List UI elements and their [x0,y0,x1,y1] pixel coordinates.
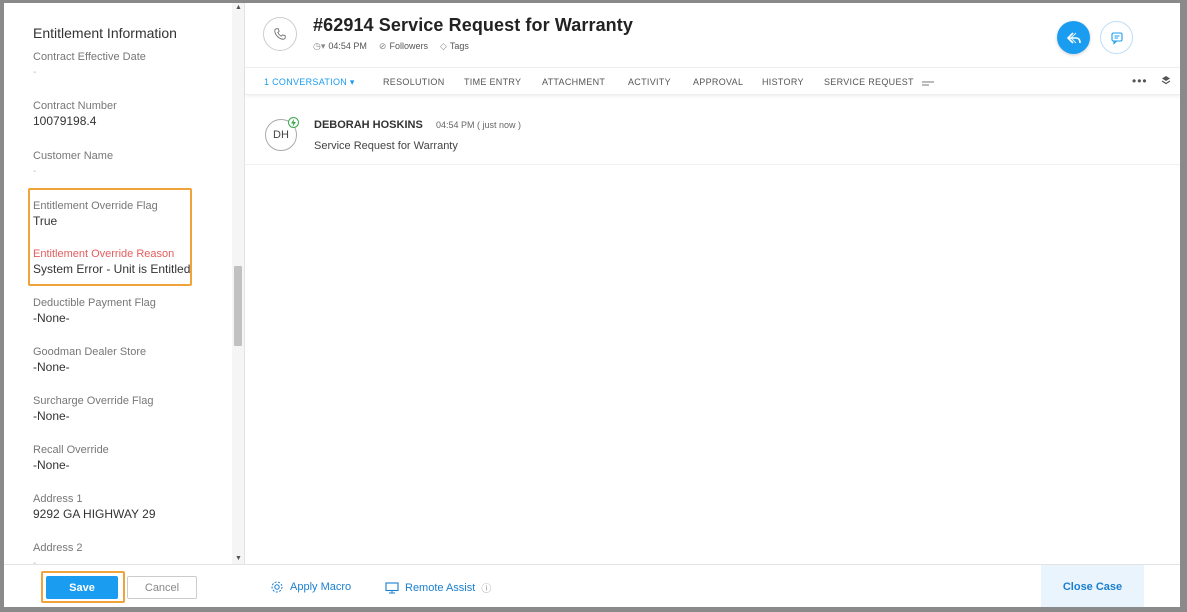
gear-icon [271,581,283,593]
tab-bar: 1 CONVERSATION ▾ RESOLUTION TIME ENTRY A… [245,67,1180,95]
tab-history[interactable]: HISTORY [762,77,804,87]
field-value: -None- [33,360,70,374]
left-scrollbar[interactable]: ▲ ▼ [232,3,244,564]
reply-icon [1066,31,1081,44]
ticket-time-label: 04:54 PM [328,41,367,51]
apply-macro-label: Apply Macro [290,581,352,593]
field-value: - [33,558,37,564]
ticket-meta: ◷▾ 04:54 PM ⊘ Followers ◇ Tags [313,41,469,52]
field-label: Contract Number [33,100,117,112]
section-title: Entitlement Information [33,25,177,41]
field-contract-number: Contract Number 10079198.4 [33,99,223,129]
tag-icon: ◇ [439,41,447,51]
reply-button[interactable] [1057,21,1090,54]
app-window: Entitlement Information Contract Effecti… [4,3,1180,607]
save-button[interactable]: Save [46,576,118,599]
scroll-thumb[interactable] [234,266,242,346]
layers-icon[interactable] [1161,74,1171,92]
conversation-time: 04:54 PM ( just now ) [436,120,522,130]
tags-link[interactable]: ◇ Tags [440,41,469,52]
override-highlight-box [28,188,192,286]
followers-link[interactable]: ⊘ Followers [379,41,428,52]
entitlement-fields-scroll[interactable]: Entitlement Information Contract Effecti… [4,3,232,564]
field-recall-override: Recall Override -None- [33,443,223,473]
remote-assist-button[interactable]: Remote Assist ⓘ [385,580,491,595]
field-value: - [33,166,37,177]
scroll-up-arrow-icon[interactable]: ▲ [235,4,242,11]
tab-service-request[interactable]: SERVICE REQUEST [824,77,914,87]
more-options-icon[interactable]: ••• [1132,74,1148,88]
field-label: Address 2 [33,542,83,554]
tags-label: Tags [449,41,469,51]
tab-conversation[interactable]: 1 CONVERSATION ▾ [264,77,355,88]
clock-icon: ◷▾ [313,41,326,51]
followers-label: Followers [389,41,428,51]
conversation-item[interactable]: DH DEBORAH HOSKINS 04:54 PM ( just now )… [245,107,1180,165]
info-icon[interactable]: ⓘ [481,580,491,595]
bottom-toolbar: Apply Macro Remote Assist ⓘ Close Case [245,564,1180,607]
scroll-down-arrow-icon[interactable]: ▼ [235,555,242,562]
field-value: -None- [33,409,70,423]
field-value: -None- [33,458,70,472]
left-panel: Entitlement Information Contract Effecti… [4,3,245,607]
tab-filter-icon[interactable] [922,76,934,94]
field-label: Surcharge Override Flag [33,395,154,407]
field-surcharge-override-flag: Surcharge Override Flag -None- [33,394,223,424]
field-value: - [33,67,37,78]
monitor-icon [385,581,399,593]
field-address-2: Address 2 - [33,541,223,564]
field-label: Address 1 [33,493,83,505]
field-value: 9292 GA HIGHWAY 29 [33,507,156,521]
field-label: Recall Override [33,444,109,456]
cancel-button[interactable]: Cancel [127,576,197,599]
conversation-author: DEBORAH HOSKINS [314,119,423,131]
main-panel: #62914 Service Request for Warranty ◷▾ 04… [245,3,1180,607]
field-contract-effective-date: Contract Effective Date - [33,50,223,80]
tab-approval[interactable]: APPROVAL [693,77,743,87]
tab-attachment[interactable]: ATTACHMENT [542,77,605,87]
field-value: -None- [33,311,70,325]
tab-activity[interactable]: ACTIVITY [628,77,671,87]
field-label: Deductible Payment Flag [33,297,156,309]
add-note-button[interactable] [1100,21,1133,54]
phone-icon [263,17,297,51]
field-address-1: Address 1 9292 GA HIGHWAY 29 [33,492,223,522]
apply-macro-button[interactable]: Apply Macro [270,580,351,594]
field-label: Goodman Dealer Store [33,346,147,358]
field-goodman-dealer-store: Goodman Dealer Store -None- [33,345,223,375]
remote-assist-label: Remote Assist [405,581,476,594]
ticket-title: #62914 Service Request for Warranty [313,15,633,35]
comment-icon [1110,31,1123,45]
check-circle-icon: ⊘ [378,41,387,51]
field-deductible-payment-flag: Deductible Payment Flag -None- [33,296,223,326]
conversation-message: Service Request for Warranty [314,140,458,152]
field-value: 10079198.4 [33,114,97,128]
tab-resolution[interactable]: RESOLUTION [383,77,445,87]
field-label: Customer Name [33,150,114,162]
close-case-button[interactable]: Close Case [1041,565,1144,607]
ticket-time: ◷▾ 04:54 PM [313,41,367,52]
tab-time-entry[interactable]: TIME ENTRY [464,77,521,87]
field-customer-name: Customer Name - [33,149,223,179]
lightning-icon [288,117,299,128]
field-label: Contract Effective Date [33,51,146,63]
